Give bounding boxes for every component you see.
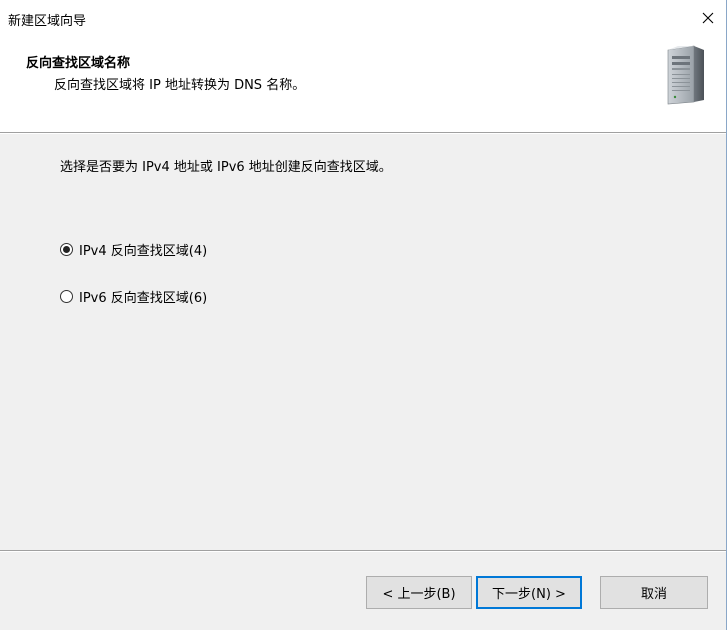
close-icon	[702, 12, 714, 24]
cancel-button[interactable]: 取消	[600, 576, 708, 609]
close-button[interactable]	[696, 6, 720, 30]
server-icon	[667, 45, 704, 105]
window-title: 新建区域向导	[8, 14, 87, 29]
ipv4-option-label[interactable]: IPv4 反向查找区域(4)	[79, 240, 207, 259]
next-button[interactable]: 下一步(N) >	[476, 576, 582, 609]
page-subtitle: 反向查找区域将 IP 地址转换为 DNS 名称。	[54, 78, 306, 93]
ipv4-radio-button[interactable]	[60, 243, 73, 256]
wizard-header: 反向查找区域名称 反向查找区域将 IP 地址转换为 DNS 名称。	[0, 34, 726, 132]
page-title: 反向查找区域名称	[26, 56, 131, 71]
zone-type-prompt: 选择是否要为 IPv4 地址或 IPv6 地址创建反向查找区域。	[60, 160, 392, 175]
ipv4-reverse-zone-option[interactable]: IPv4 反向查找区域(4)	[60, 240, 207, 259]
back-button[interactable]: < 上一步(B)	[366, 576, 472, 609]
ipv6-radio-button[interactable]	[60, 290, 73, 303]
header-divider	[0, 132, 726, 134]
footer-divider	[0, 550, 726, 552]
ipv6-reverse-zone-option[interactable]: IPv6 反向查找区域(6)	[60, 287, 207, 306]
ipv6-option-label[interactable]: IPv6 反向查找区域(6)	[79, 287, 207, 306]
new-zone-wizard-dialog: 新建区域向导 反向查找区域名称 反向查找区域将 IP 地址转换为 DNS 名称。	[0, 0, 727, 630]
title-bar: 新建区域向导	[0, 0, 726, 34]
